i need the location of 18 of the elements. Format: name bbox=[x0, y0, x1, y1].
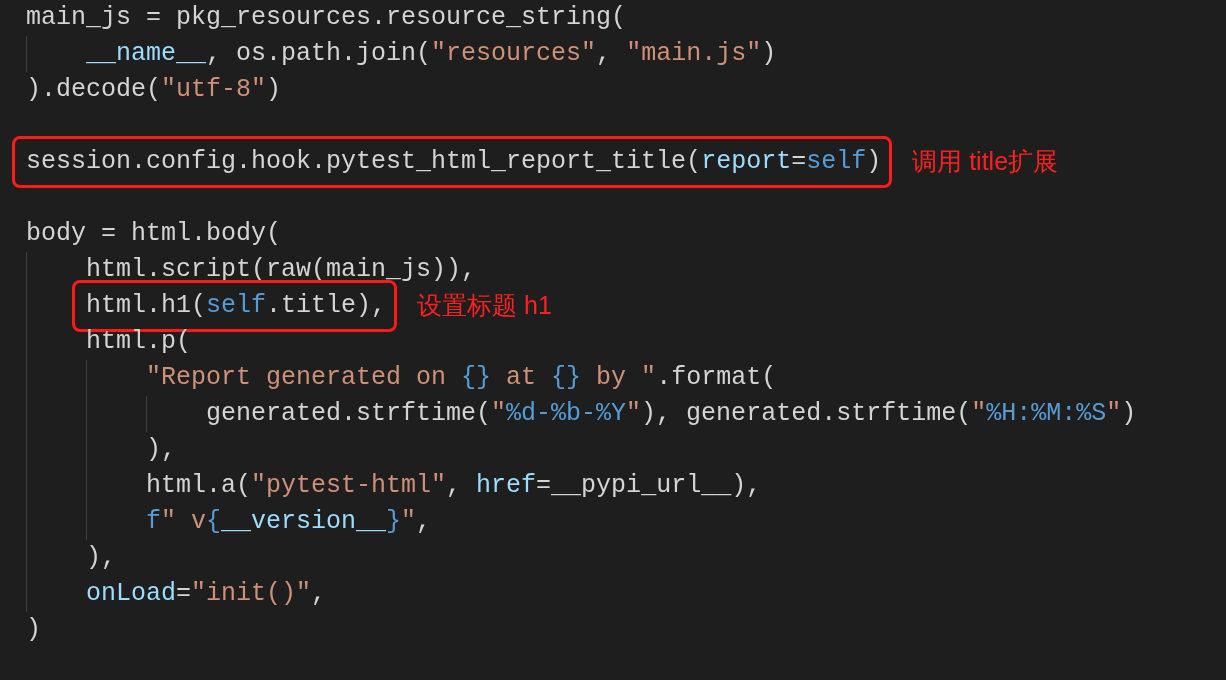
code-line: html.h1(self.title), bbox=[86, 290, 387, 323]
code-line: body = html.body( bbox=[26, 218, 282, 251]
code-line: ) bbox=[26, 614, 41, 647]
code-line: onLoad="init()", bbox=[86, 578, 327, 611]
code-line: html.p( bbox=[86, 326, 192, 359]
code-line: __name__, os.path.join("resources", "main.js") bbox=[86, 38, 777, 71]
code-line: session.config.hook.pytest_html_report_title(report=self) bbox=[26, 146, 882, 179]
code-line: f" v{__version__}", bbox=[146, 506, 432, 539]
annotation-label: 设置标题 h1 bbox=[417, 290, 552, 322]
code-line: main_js = pkg_resources.resource_string( bbox=[26, 2, 627, 35]
code-line: html.a("pytest-html", href=__pypi_url__), bbox=[146, 470, 762, 503]
code-line: ).decode("utf-8") bbox=[26, 74, 282, 107]
code-line: ), bbox=[86, 542, 116, 575]
code-line: html.script(raw(main_js)), bbox=[86, 254, 477, 287]
annotation-label: 调用 title扩展 bbox=[912, 146, 1059, 178]
code-line: "Report generated on {} at {} by ".format( bbox=[146, 362, 777, 395]
code-line: ), bbox=[146, 434, 176, 467]
code-line: generated.strftime("%d-%b-%Y"), generated.strftime("%H:%M:%S") bbox=[206, 398, 1137, 431]
